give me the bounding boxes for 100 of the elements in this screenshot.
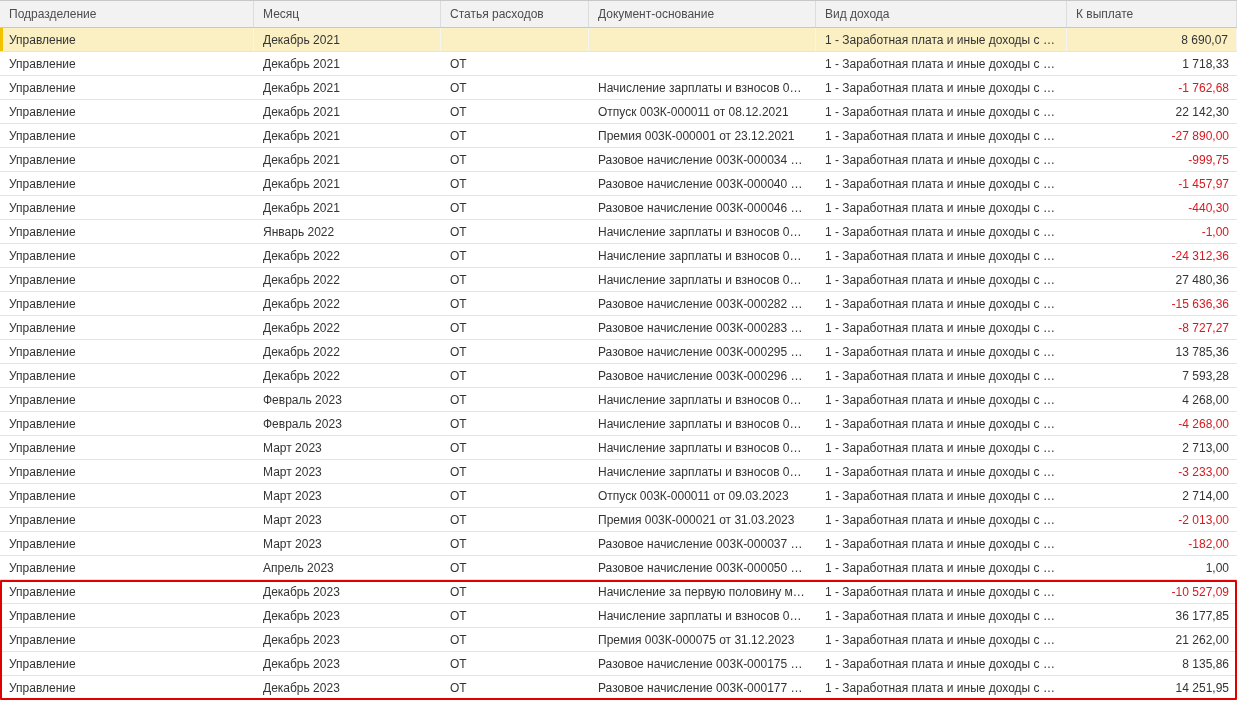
table-cell-text: 14 251,95 [1175,679,1229,697]
table-cell-text: -10 527,09 [1171,583,1229,601]
table-cell-text: 1 - Заработная плата и иные доходы с … [825,79,1055,97]
table-cell-text: Управление [9,247,76,265]
table-cell-text: ОТ [450,199,467,217]
table-cell-text: Март 2023 [263,439,322,457]
table-cell-text: 1,00 [1205,559,1229,577]
column-header[interactable]: Документ-основание [589,1,816,27]
table-cell-text: Управление [9,367,76,385]
table-cell-text: Декабрь 2021 [263,31,340,49]
column-header[interactable]: Месяц [254,1,441,27]
table-cell-text: Разовое начисление 003К-000040 … [598,175,803,193]
table-cell-text: 4 268,00 [1182,391,1229,409]
table-cell-text: -1,00 [1201,223,1229,241]
table-cell-text: ОТ [450,79,467,97]
table-cell-text: Управление [9,439,76,457]
table-cell-text: 1 - Заработная плата и иные доходы с … [825,415,1055,433]
table-cell-text: Премия 003К-000001 от 23.12.2021 [598,127,795,145]
table-cell-text: -440,30 [1188,199,1229,217]
table-cell-text: 1 - Заработная плата и иные доходы с … [825,559,1055,577]
table-cell-text: ОТ [450,631,467,649]
table-cell-text: Декабрь 2023 [263,583,340,601]
table-cell-text: ОТ [450,103,467,121]
table-cell-text: -4 268,00 [1178,415,1229,433]
column-header[interactable]: Подразделение [0,1,254,27]
table-cell-text: 1 718,33 [1182,55,1229,73]
table-cell-text: Разовое начисление 003К-000295 … [598,343,803,361]
table-cell-text: Управление [9,127,76,145]
table-cell-text: -24 312,36 [1171,247,1229,265]
table-cell-text: Январь 2022 [263,223,335,241]
table-cell-text: ОТ [450,607,467,625]
table-cell-text: 1 - Заработная плата и иные доходы с … [825,151,1055,169]
table-cell-text: ОТ [450,55,467,73]
column-header[interactable]: Вид дохода [816,1,1067,27]
table-cell-text: 22 142,30 [1175,103,1229,121]
table-cell-text: Управление [9,415,76,433]
table-cell-text: Управление [9,463,76,481]
table-cell-text: Управление [9,343,76,361]
table-cell-text: 1 - Заработная плата и иные доходы с … [825,223,1055,241]
table-cell-text: Управление [9,487,76,505]
table-cell-text: Декабрь 2023 [263,679,340,697]
table-cell-text: Начисление зарплаты и взносов 0… [598,439,802,457]
table-cell-text: Начисление зарплаты и взносов 0… [598,607,802,625]
table-cell-text: 1 - Заработная плата и иные доходы с … [825,463,1055,481]
table-cell-text: Управление [9,175,76,193]
table-cell-text: Разовое начисление 003К-000037 … [598,535,803,553]
table-cell-text: Управление [9,103,76,121]
table-cell-text: ОТ [450,535,467,553]
table-cell-text: ОТ [450,151,467,169]
table-cell-text: Март 2023 [263,535,322,553]
table-cell-text: Декабрь 2021 [263,151,340,169]
table-cell-text: Разовое начисление 003К-000282 … [598,295,803,313]
table-cell-text: Разовое начисление 003К-000034 … [598,151,803,169]
table-cell-text: Начисление зарплаты и взносов 0… [598,247,802,265]
column-header[interactable]: Статья расходов [441,1,589,27]
table-row[interactable]: Управление Декабрь 2021 1 - Заработная плата и иные доходы с … 8 690,07 [0,28,1237,52]
table-cell-text: Март 2023 [263,463,322,481]
table-cell-text: Декабрь 2021 [263,55,340,73]
table-cell-text: 1 - Заработная плата и иные доходы с … [825,247,1055,265]
table-cell-text: Начисление зарплаты и взносов 0… [598,415,802,433]
table-cell-text: Управление [9,223,76,241]
table-cell-text: Разовое начисление 003К-000296 … [598,367,803,385]
table-cell-text: 1 - Заработная плата и иные доходы с … [825,319,1055,337]
table-cell-text: 1 - Заработная плата и иные доходы с … [825,607,1055,625]
table-cell-text: Премия 003К-000075 от 31.12.2023 [598,631,795,649]
table-cell-text: Управление [9,583,76,601]
table-cell-text: 27 480,36 [1175,271,1229,289]
table-cell-text: Разовое начисление 003К-000175 … [598,655,803,673]
table-cell-text: 13 785,36 [1175,343,1229,361]
table-cell-text: 2 714,00 [1182,487,1229,505]
table-cell-text: 1 - Заработная плата и иные доходы с … [825,391,1055,409]
table-cell-text: Декабрь 2022 [263,271,340,289]
column-header[interactable]: К выплате [1067,1,1237,27]
table-cell-text: 1 - Заработная плата и иные доходы с … [825,55,1055,73]
table-cell-text: Управление [9,655,76,673]
table-cell-text: 1 - Заработная плата и иные доходы с … [825,343,1055,361]
table-cell-text: 21 262,00 [1175,631,1229,649]
table-cell-text: Декабрь 2023 [263,655,340,673]
table-cell-text: Декабрь 2022 [263,367,340,385]
table-cell-text: Начисление за первую половину м… [598,583,805,601]
table-cell-text: Декабрь 2022 [263,343,340,361]
table-cell-text: Начисление зарплаты и взносов 0… [598,223,802,241]
table-cell-text: Декабрь 2021 [263,199,340,217]
table-cell-text: 1 - Заработная плата и иные доходы с … [825,631,1055,649]
table-cell-text: Управление [9,295,76,313]
table-cell-text: ОТ [450,559,467,577]
table-cell-text: -1 762,68 [1178,79,1229,97]
table-cell-text: 1 - Заработная плата и иные доходы с … [825,655,1055,673]
table-cell-text: Декабрь 2021 [263,175,340,193]
table-cell-text: Управление [9,199,76,217]
table-cell-text: Декабрь 2023 [263,631,340,649]
table-cell-text: ОТ [450,487,467,505]
table-cell-text: Управление [9,511,76,529]
table-cell-text: Управление [9,679,76,697]
table-cell-text: ОТ [450,127,467,145]
table-cell-text: 1 - Заработная плата и иные доходы с … [825,367,1055,385]
table-cell-text: Начисление зарплаты и взносов 0… [598,391,802,409]
table-cell-text: Управление [9,151,76,169]
table-cell-text: 1 - Заработная плата и иные доходы с … [825,295,1055,313]
table-cell-text: Управление [9,607,76,625]
